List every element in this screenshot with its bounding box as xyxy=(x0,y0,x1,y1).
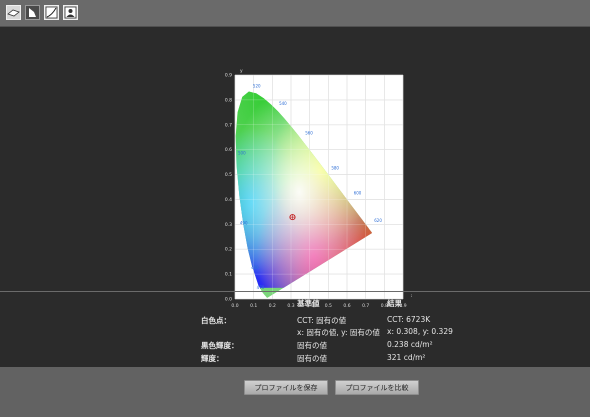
wavelength-label: 470 xyxy=(257,285,265,290)
y-tick-label: 0.9 xyxy=(225,73,232,79)
toolbar xyxy=(0,0,590,27)
wavelength-label: 600 xyxy=(354,190,362,195)
result-xy: x: 0.308, y: 0.329 xyxy=(387,327,453,336)
x-tick-label: 0.5 xyxy=(325,303,332,307)
col-header-result: 結果 xyxy=(387,299,402,308)
profile-tool-button[interactable] xyxy=(25,5,40,20)
y-tick-label: 0.8 xyxy=(225,97,232,103)
chromaticity-chart-svg: 0.0 0.1 0.2 0.3 0.4 0.5 0.6 0.7 0.8 0.9 0.0 0.1 0.2 0… xyxy=(225,69,414,309)
wavelength-label: 500 xyxy=(238,151,246,156)
col-header-reference: 基準値 xyxy=(297,299,320,308)
y-tick-label: 0.1 xyxy=(225,272,232,278)
wavelength-label: 490 xyxy=(240,220,248,225)
y-tick-label: 0.2 xyxy=(225,247,232,253)
calibrate-tool-button[interactable] xyxy=(6,5,21,20)
chromaticity-diagram: 0.0 0.1 0.2 0.3 0.4 0.5 0.6 0.7 0.8 0.9 0.0 0.1 0.2 0… xyxy=(222,67,414,309)
y-tick-label: 0.5 xyxy=(225,172,232,178)
main-panel: 0.0 0.1 0.2 0.3 0.4 0.5 0.6 0.7 0.8 0.9 0.0 0.1 0.2 0… xyxy=(0,27,590,367)
curve-icon xyxy=(45,6,58,19)
row-label-luminance: 輝度： xyxy=(201,354,224,363)
x-tick-label: 0.6 xyxy=(343,303,350,307)
ref-cct: CCT: 固有の値 xyxy=(297,316,347,325)
wavelength-label: 620 xyxy=(374,218,382,223)
result-black-luminance: 0.238 cd/m² xyxy=(387,340,433,349)
x-tick-label: 0.7 xyxy=(362,303,369,307)
ref-luminance: 固有の値 xyxy=(297,354,327,363)
row-label-black-luminance: 黒色輝度： xyxy=(201,341,239,350)
wavelength-label: 540 xyxy=(279,101,287,106)
wavelength-label: 580 xyxy=(331,166,339,171)
y-tick-label: 0.6 xyxy=(225,147,232,153)
picture-tool-button[interactable] xyxy=(63,5,78,20)
ref-black-luminance: 固有の値 xyxy=(297,341,327,350)
x-tick-label: 0.0 xyxy=(231,303,238,307)
x-tick-label: 0.1 xyxy=(250,303,257,307)
y-tick-label: 0.3 xyxy=(225,222,232,228)
ref-xy: x: 固有の値, y: 固有の値 xyxy=(297,328,380,337)
x-tick-label: 0.2 xyxy=(269,303,276,307)
result-luminance: 321 cd/m² xyxy=(387,353,426,362)
wavelength-label: 520 xyxy=(253,83,261,88)
sensor-icon xyxy=(7,9,20,17)
footer-bar: プロファイルを保存 プロファイルを比較 xyxy=(0,367,590,417)
y-tick-label: 0.7 xyxy=(225,122,232,128)
picture-icon xyxy=(64,6,77,19)
section-divider xyxy=(0,291,590,292)
save-profile-button[interactable]: プロファイルを保存 xyxy=(244,380,328,395)
x-axis-label: x xyxy=(411,294,412,299)
y-axis-label: y xyxy=(240,69,243,74)
wavelength-label: 560 xyxy=(305,131,313,136)
x-tick-label: 0.3 xyxy=(287,303,294,307)
wavelength-label: 480 xyxy=(251,265,259,270)
result-cct: CCT: 6723K xyxy=(387,315,431,324)
document-icon xyxy=(29,8,36,17)
row-label-white-point: 白色点： xyxy=(201,316,231,325)
y-tick-label: 0.0 xyxy=(225,297,232,303)
y-tick-label: 0.4 xyxy=(225,197,232,203)
curve-tool-button[interactable] xyxy=(44,5,59,20)
compare-profile-button[interactable]: プロファイルを比較 xyxy=(335,380,419,395)
